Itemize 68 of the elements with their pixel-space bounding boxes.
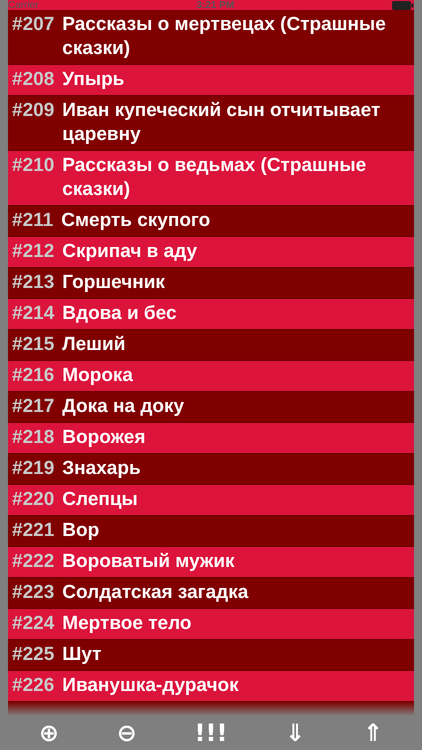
story-row[interactable]: #214 Вдова и бес	[8, 299, 414, 330]
toolbar-button[interactable]: ⇓	[281, 721, 310, 745]
story-number: #221	[12, 519, 54, 543]
toolbar-button[interactable]: ⇑	[358, 721, 388, 745]
story-row[interactable]: #212 Скрипач в аду	[8, 237, 414, 268]
story-row[interactable]: #208 Упырь	[8, 65, 414, 96]
story-row[interactable]: #216 Морока	[8, 361, 414, 392]
story-number: #214	[12, 302, 54, 326]
story-title: Слепцы	[62, 488, 138, 512]
toolbar-button[interactable]: ⊕	[34, 721, 63, 745]
story-number: #209	[12, 99, 54, 123]
story-number: #217	[12, 395, 54, 419]
story-title: Вор	[62, 519, 100, 543]
story-number: #213	[12, 271, 54, 295]
battery-icon	[392, 1, 414, 10]
story-number: #211	[12, 209, 54, 233]
story-number: #226	[12, 674, 54, 698]
story-title: Леший	[62, 333, 126, 357]
story-title: Иван купеческий сын отчитывает царевну	[62, 99, 382, 147]
story-row[interactable]: #225 Шут	[8, 640, 414, 671]
status-time: 3:21 PM	[196, 0, 234, 10]
story-number: #216	[12, 364, 54, 388]
story-number: #215	[12, 333, 54, 357]
story-title: Рассказы о мертвецах (Страшные сказки)	[62, 13, 387, 61]
story-title: Вороватый мужик	[62, 550, 235, 574]
toolbar-button[interactable]: ⊖	[112, 721, 141, 745]
story-title: Смерть скупого	[61, 209, 210, 233]
story-row[interactable]: #221 Вор	[8, 516, 414, 547]
story-title: Дока на доку	[62, 395, 184, 419]
story-number: #219	[12, 457, 54, 481]
story-title: Ворожея	[62, 426, 146, 450]
story-title: Упырь	[62, 68, 124, 92]
story-row[interactable]: #223 Солдатская загадка	[8, 578, 414, 609]
story-row[interactable]: #218 Ворожея	[8, 423, 414, 454]
story-row[interactable]: #226 Иванушка-дурачок	[8, 671, 414, 702]
story-number: #212	[12, 240, 54, 264]
story-number: #223	[12, 581, 54, 605]
story-title: Иванушка-дурачок	[62, 674, 239, 698]
story-title: Рассказы о ведьмах (Страшные сказки)	[62, 154, 368, 202]
story-number: #208	[12, 68, 54, 92]
toolbar-button[interactable]: !!!	[190, 721, 232, 745]
story-row[interactable]: #220 Слепцы	[8, 485, 414, 516]
story-number: #224	[12, 612, 54, 636]
story-number: #218	[12, 426, 54, 450]
story-row[interactable]: #215 Леший	[8, 330, 414, 361]
story-row[interactable]: #207 Рассказы о мертвецах (Страшные сказки)	[8, 10, 414, 65]
story-title: Солдатская загадка	[62, 581, 248, 605]
story-title: Горшечник	[62, 271, 165, 295]
story-title: Морока	[62, 364, 134, 388]
story-number: #220	[12, 488, 54, 512]
story-number: #225	[12, 643, 54, 667]
story-title: Вдова и бес	[62, 302, 177, 326]
story-row[interactable]: #219 Знахарь	[8, 454, 414, 485]
story-number: #210	[12, 154, 54, 178]
story-row[interactable]: #217 Дока на доку	[8, 392, 414, 423]
story-row[interactable]: #211 Смерть скупого	[8, 206, 414, 237]
story-row[interactable]: #210 Рассказы о ведьмах (Страшные сказки)	[8, 151, 414, 206]
story-title: Шут	[62, 643, 102, 667]
story-row[interactable]: #224 Мертвое тело	[8, 609, 414, 640]
story-row[interactable]: #209 Иван купеческий сын отчитывает царевну	[8, 96, 414, 151]
story-title: Мертвое тело	[62, 612, 192, 636]
story-row[interactable]: #222 Вороватый мужик	[8, 547, 414, 578]
story-number: #222	[12, 550, 54, 574]
carrier-label: Carrier	[8, 0, 39, 10]
story-title: Скрипач в аду	[62, 240, 198, 264]
story-title: Знахарь	[62, 457, 141, 481]
story-number: #207	[12, 13, 54, 37]
story-row[interactable]: #213 Горшечник	[8, 268, 414, 299]
